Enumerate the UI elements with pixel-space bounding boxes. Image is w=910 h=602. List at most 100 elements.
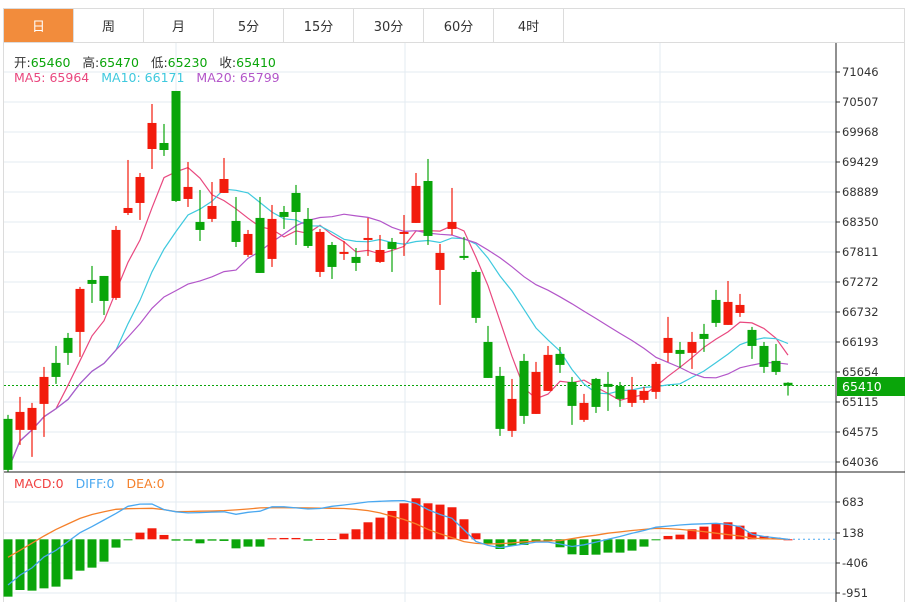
price-tick-label: 64575 bbox=[842, 425, 879, 439]
macd-bar bbox=[663, 535, 673, 540]
candle-body bbox=[387, 241, 397, 249]
candle-body bbox=[411, 185, 421, 223]
candle bbox=[39, 366, 49, 437]
candle-body bbox=[291, 192, 301, 212]
candle bbox=[219, 157, 229, 193]
candle-body bbox=[339, 251, 349, 254]
candle-body bbox=[747, 329, 757, 346]
ma5-value: MA5: 65964 bbox=[14, 70, 90, 85]
candle bbox=[771, 343, 781, 375]
kline-chart[interactable]: 71046 70507 69968 69429 68889 68350 67811 67272… bbox=[0, 0, 910, 602]
price-tick-label: 67272 bbox=[842, 275, 879, 289]
macd-bar bbox=[639, 539, 649, 547]
candle-body bbox=[75, 288, 85, 332]
price-tick-label: 68889 bbox=[842, 185, 879, 199]
candle bbox=[471, 269, 481, 323]
candles bbox=[3, 90, 793, 472]
price-tick-label: 69968 bbox=[842, 125, 879, 139]
candle bbox=[543, 345, 553, 391]
macd-bar bbox=[87, 539, 97, 568]
candle bbox=[591, 377, 601, 413]
candle bbox=[579, 393, 589, 422]
candle-body bbox=[27, 407, 37, 430]
candle-body bbox=[123, 207, 133, 213]
close-label: 收: bbox=[219, 55, 237, 70]
candle-body bbox=[99, 275, 109, 301]
candle bbox=[51, 345, 61, 384]
dea-line bbox=[7, 506, 789, 558]
candle-body bbox=[507, 398, 517, 431]
candle-body bbox=[483, 341, 493, 378]
close-value: 65410 bbox=[236, 55, 276, 70]
macd-bar bbox=[63, 539, 73, 580]
ohlc-legend: 开:65460 高:65470 低:65230 收:65410 bbox=[14, 52, 284, 71]
candle-body bbox=[315, 231, 325, 272]
candle-body bbox=[171, 90, 181, 201]
candle bbox=[3, 414, 13, 472]
candle-body bbox=[159, 142, 169, 150]
candle bbox=[687, 331, 697, 369]
macd-bar bbox=[363, 522, 373, 540]
macd-bar bbox=[231, 539, 241, 549]
candle-body bbox=[543, 354, 553, 391]
macd-bar bbox=[243, 539, 253, 547]
candle bbox=[711, 289, 721, 327]
current-price-tag: 65410 bbox=[837, 377, 905, 396]
candle-body bbox=[723, 301, 733, 325]
candle-body bbox=[3, 418, 13, 470]
candle-body bbox=[579, 402, 589, 420]
candle-body bbox=[447, 221, 457, 229]
macd-bar bbox=[171, 539, 181, 541]
candle-body bbox=[639, 390, 649, 400]
candle bbox=[663, 316, 673, 362]
candle bbox=[735, 293, 745, 317]
candle-body bbox=[255, 217, 265, 273]
macd-bar bbox=[39, 539, 49, 589]
price-tick-label: 66193 bbox=[842, 335, 879, 349]
macd-bar bbox=[159, 534, 169, 540]
candle-body bbox=[303, 218, 313, 246]
candle bbox=[87, 265, 97, 303]
macd-tick-label: 683 bbox=[842, 495, 864, 509]
candle bbox=[159, 123, 169, 156]
candle bbox=[207, 181, 217, 222]
price-tick-label: 66732 bbox=[842, 305, 879, 319]
candle-body bbox=[663, 337, 673, 353]
candle-body bbox=[771, 360, 781, 372]
macd-bar bbox=[627, 539, 637, 551]
candle-body bbox=[519, 360, 529, 416]
candle-body bbox=[375, 249, 385, 262]
macd-bar bbox=[147, 528, 157, 540]
candle-body bbox=[363, 237, 373, 240]
macd-bar bbox=[291, 537, 301, 540]
macd-bar bbox=[711, 523, 721, 540]
macd-tick-label: 138 bbox=[842, 526, 864, 540]
macd-bar bbox=[423, 503, 433, 540]
candle bbox=[399, 214, 409, 256]
candle bbox=[531, 361, 541, 414]
candle-body bbox=[267, 218, 277, 259]
candle bbox=[699, 323, 709, 352]
high-label: 高: bbox=[82, 55, 100, 70]
candle-body bbox=[87, 279, 97, 284]
macd-bar bbox=[75, 539, 85, 571]
candle-body bbox=[603, 383, 613, 387]
macd-bar bbox=[219, 539, 229, 541]
candle bbox=[747, 326, 757, 359]
candle bbox=[291, 184, 301, 245]
candle-body bbox=[147, 122, 157, 149]
candle bbox=[135, 172, 145, 220]
candle bbox=[447, 187, 457, 235]
price-tick-label: 68350 bbox=[842, 215, 879, 229]
candle bbox=[567, 376, 577, 425]
candle bbox=[387, 237, 397, 272]
macd-bar bbox=[195, 539, 205, 544]
candle bbox=[411, 172, 421, 223]
macd-bar bbox=[207, 539, 217, 541]
candle bbox=[99, 275, 109, 315]
candle-body bbox=[531, 371, 541, 414]
macd-bar bbox=[651, 539, 661, 541]
candle bbox=[639, 386, 649, 403]
macd-legend: MACD:0 DIFF:0 DEA:0 bbox=[14, 476, 173, 491]
macd-bar bbox=[375, 517, 385, 540]
